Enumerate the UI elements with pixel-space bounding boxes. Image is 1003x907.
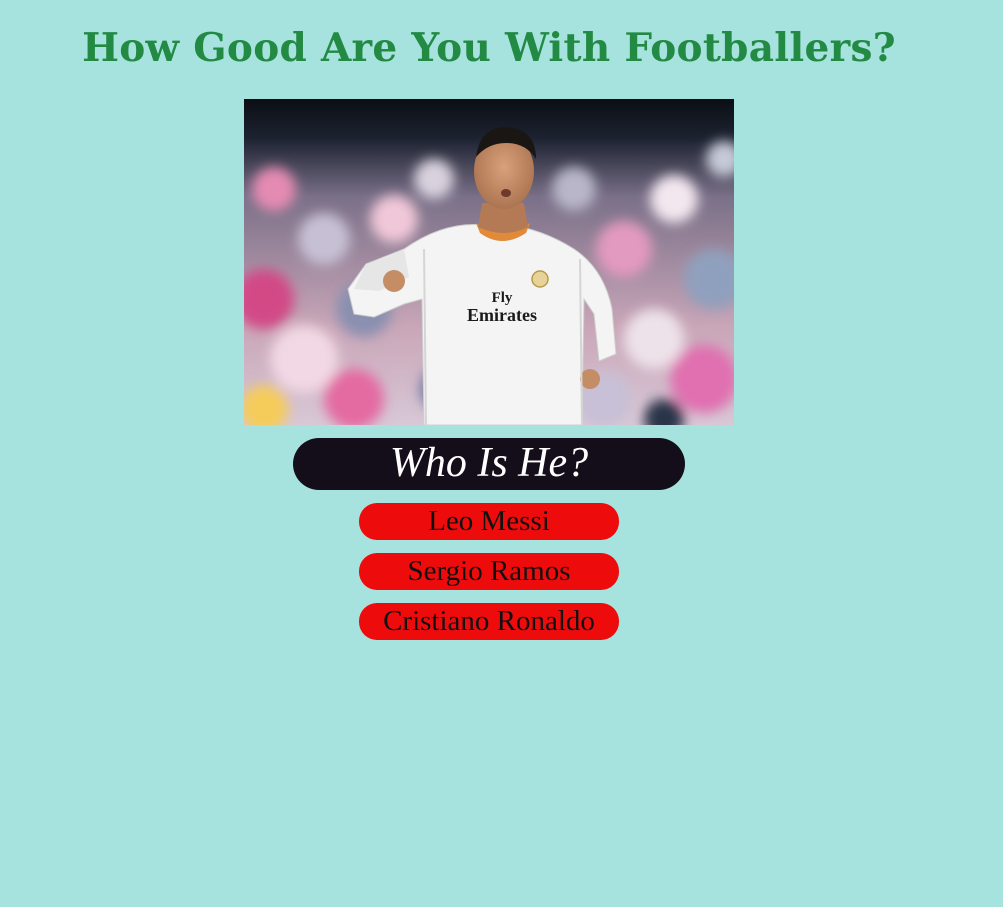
question-banner: Who Is He? [293,438,685,490]
answer-button-leo-messi[interactable]: Leo Messi [359,503,619,540]
page-title: How Good Are You With Footballers? [82,25,896,71]
answer-button-cristiano-ronaldo[interactable]: Cristiano Ronaldo [359,603,619,640]
jersey-sponsor-line1: Fly [492,290,513,306]
footballer-photo: Fly Emirates [244,99,734,425]
answer-button-sergio-ramos[interactable]: Sergio Ramos [359,553,619,590]
jersey-sponsor-line2: Emirates [467,305,537,325]
